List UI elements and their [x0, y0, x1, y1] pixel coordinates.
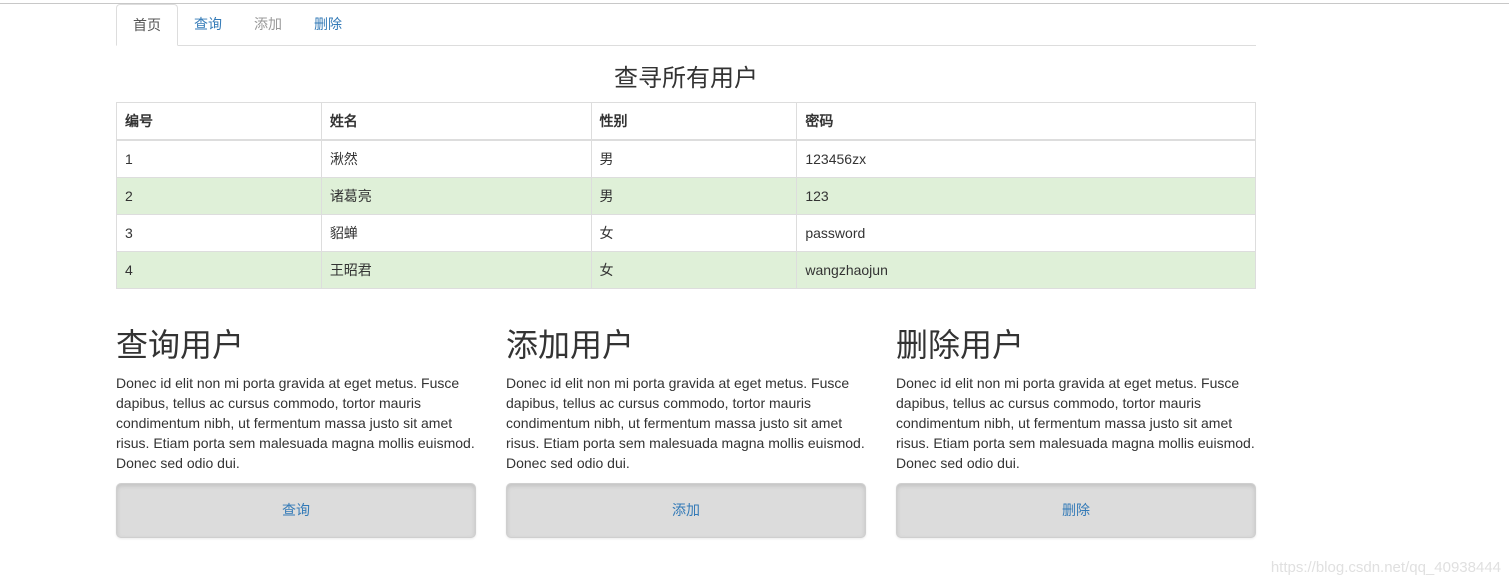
cell-id: 1 [116, 139, 322, 178]
add-section: 添加用户 Donec id elit non mi porta gravida … [506, 327, 866, 538]
cell-password: 123456zx [796, 139, 1256, 178]
table-header-row: 编号 姓名 性别 密码 [116, 102, 1256, 141]
cell-name: 湫然 [320, 139, 592, 178]
table-row: 3 貂蝉 女 password [116, 214, 1256, 252]
header-gender: 性别 [590, 102, 798, 141]
table-row: 4 王昭君 女 wangzhaojun [116, 251, 1256, 289]
delete-section: 删除用户 Donec id elit non mi porta gravida … [896, 327, 1256, 538]
nav-tabs: 首页 查询 添加 删除 [116, 4, 1256, 46]
header-password: 密码 [796, 102, 1256, 141]
cell-password: 123 [796, 177, 1256, 215]
cell-gender: 女 [590, 214, 798, 252]
tab-home[interactable]: 首页 [116, 4, 178, 46]
query-button[interactable]: 查询 [116, 483, 476, 538]
section-text: Donec id elit non mi porta gravida at eg… [116, 375, 475, 471]
cell-gender: 女 [590, 251, 798, 289]
tab-delete[interactable]: 删除 [298, 4, 358, 46]
cell-name: 诸葛亮 [320, 177, 592, 215]
cell-password: password [796, 214, 1256, 252]
tab-add[interactable]: 添加 [238, 4, 298, 46]
query-section: 查询用户 Donec id elit non mi porta gravida … [116, 327, 476, 538]
table-row: 2 诸葛亮 男 123 [116, 177, 1256, 215]
page-title: 查寻所有用户 [614, 65, 758, 92]
section-title: 删除用户 [896, 327, 1025, 363]
header-id: 编号 [116, 102, 322, 141]
section-title: 添加用户 [506, 327, 635, 363]
cell-id: 3 [116, 214, 322, 252]
cell-id: 2 [116, 177, 322, 215]
add-button[interactable]: 添加 [506, 483, 866, 538]
cell-password: wangzhaojun [796, 251, 1256, 289]
watermark-text: https://blog.csdn.net/qq_40938444 [1270, 559, 1501, 576]
feature-columns: 查询用户 Donec id elit non mi porta gravida … [116, 327, 1256, 538]
page-container: 首页 查询 添加 删除 查寻所有用户 编号 姓名 性别 密码 1 湫然 男 12 [116, 4, 1256, 538]
cell-id: 4 [116, 251, 322, 289]
section-text: Donec id elit non mi porta gravida at eg… [896, 375, 1255, 471]
table-row: 1 湫然 男 123456zx [116, 139, 1256, 178]
cell-name: 貂蝉 [320, 214, 592, 252]
section-title: 查询用户 [116, 327, 245, 363]
cell-gender: 男 [590, 177, 798, 215]
section-text: Donec id elit non mi porta gravida at eg… [506, 375, 865, 471]
cell-gender: 男 [590, 139, 798, 178]
tab-query[interactable]: 查询 [178, 4, 238, 46]
header-name: 姓名 [320, 102, 592, 141]
delete-button[interactable]: 删除 [896, 483, 1256, 538]
cell-name: 王昭君 [320, 251, 592, 289]
users-table: 编号 姓名 性别 密码 1 湫然 男 123456zx 2 诸葛亮 男 123 … [116, 102, 1256, 289]
